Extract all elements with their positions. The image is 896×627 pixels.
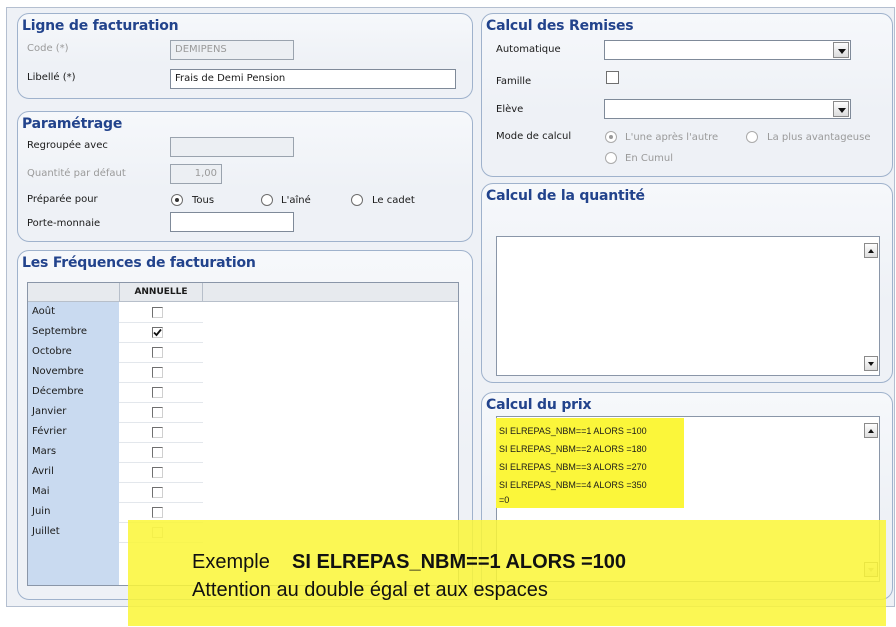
preparee-label: Préparée pour — [27, 194, 98, 205]
regroupee-label: Regroupée avec — [27, 140, 108, 151]
quantite-textarea[interactable] — [496, 236, 880, 376]
month-annuelle-checkbox[interactable] — [152, 307, 163, 318]
month-label: Janvier — [32, 406, 67, 417]
chevron-down-icon[interactable] — [833, 101, 849, 117]
code-label: Code (*) — [27, 43, 69, 54]
remises-panel: Calcul des Remises — [481, 13, 893, 177]
quantite-title: Calcul de la quantité — [486, 188, 645, 204]
annotation-prefix: Exemple — [192, 551, 270, 573]
scroll-down-icon[interactable] — [864, 356, 878, 371]
famille-checkbox[interactable] — [606, 71, 619, 84]
grid-row-divider — [119, 462, 203, 463]
month-annuelle-checkbox[interactable] — [152, 507, 163, 518]
annotation-callout: Exemple SI ELREPAS_NBM==1 ALORS =100 Att… — [128, 520, 886, 626]
grid-row-divider — [119, 442, 203, 443]
month-label: Octobre — [32, 346, 72, 357]
month-annuelle-checkbox[interactable] — [152, 407, 163, 418]
grid-row-divider — [119, 362, 203, 363]
formula-line: SI ELREPAS_NBM==2 ALORS =180 — [499, 444, 647, 454]
libelle-label: Libellé (*) — [27, 72, 76, 83]
radio-mode-avantageuse-label: La plus avantageuse — [767, 132, 871, 143]
radio-mode-avantageuse[interactable] — [746, 131, 758, 143]
month-label: Novembre — [32, 366, 84, 377]
month-annuelle-checkbox[interactable] — [152, 467, 163, 478]
formula-line: =0 — [499, 495, 510, 505]
month-annuelle-checkbox[interactable] — [152, 487, 163, 498]
annotation-note: Attention au double égal et aux espaces — [192, 579, 548, 601]
radio-mode-successive[interactable] — [605, 131, 617, 143]
chevron-down-icon[interactable] — [833, 42, 849, 58]
grid-row-divider — [119, 422, 203, 423]
annuelle-column-header[interactable]: ANNUELLE — [119, 283, 203, 301]
eleve-dropdown[interactable] — [604, 99, 851, 119]
eleve-label: Elève — [496, 104, 524, 115]
month-annuelle-checkbox[interactable] — [152, 427, 163, 438]
month-label: Août — [32, 306, 56, 317]
porte-monnaie-field[interactable] — [170, 212, 294, 232]
frequences-title: Les Fréquences de facturation — [22, 255, 256, 271]
radio-aine[interactable] — [261, 194, 273, 206]
prix-formula-highlight: SI ELREPAS_NBM==1 ALORS =100 SI ELREPAS_… — [496, 418, 684, 508]
month-label: Juillet — [32, 526, 60, 537]
radio-tous[interactable] — [171, 194, 183, 206]
annotation-example: Exemple SI ELREPAS_NBM==1 ALORS =100 — [192, 551, 626, 574]
porte-monnaie-label: Porte-monnaie — [27, 218, 101, 229]
month-column — [28, 302, 119, 585]
month-label: Septembre — [32, 326, 88, 337]
regroupee-field[interactable] — [170, 137, 294, 157]
quantite-defaut-field[interactable]: 1,00 — [170, 164, 222, 184]
formula-line: SI ELREPAS_NBM==3 ALORS =270 — [499, 462, 647, 472]
radio-cadet[interactable] — [351, 194, 363, 206]
radio-tous-label: Tous — [192, 195, 215, 206]
code-field[interactable]: DEMIPENS — [170, 40, 294, 60]
grid-header: ANNUELLE — [28, 283, 458, 302]
automatique-dropdown[interactable] — [604, 40, 851, 60]
month-label: Février — [32, 426, 67, 437]
month-label: Avril — [32, 466, 54, 477]
formula-line: SI ELREPAS_NBM==4 ALORS =350 — [499, 480, 647, 490]
automatique-label: Automatique — [496, 44, 561, 55]
month-annuelle-checkbox[interactable] — [152, 327, 163, 338]
radio-cadet-label: Le cadet — [372, 195, 415, 206]
month-label: Décembre — [32, 386, 84, 397]
grid-row-divider — [119, 342, 203, 343]
parametrage-title: Paramétrage — [22, 116, 123, 132]
mode-calcul-label: Mode de calcul — [496, 131, 572, 142]
scroll-up-icon[interactable] — [864, 243, 878, 258]
checkmark-icon — [153, 328, 162, 337]
grid-row-divider — [119, 402, 203, 403]
grid-row-divider — [119, 482, 203, 483]
libelle-field[interactable]: Frais de Demi Pension — [170, 69, 456, 89]
radio-mode-cumul-label: En Cumul — [625, 153, 674, 164]
ligne-facturation-title: Ligne de facturation — [22, 18, 179, 34]
month-annuelle-checkbox[interactable] — [152, 387, 163, 398]
month-annuelle-checkbox[interactable] — [152, 447, 163, 458]
month-annuelle-checkbox[interactable] — [152, 367, 163, 378]
famille-label: Famille — [496, 76, 532, 87]
grid-row-divider — [119, 382, 203, 383]
month-label: Mai — [32, 486, 50, 497]
month-label: Mars — [32, 446, 57, 457]
formula-line: SI ELREPAS_NBM==1 ALORS =100 — [499, 426, 647, 436]
month-label: Juin — [32, 506, 51, 517]
radio-mode-successive-label: L'une après l'autre — [625, 132, 719, 143]
quantite-defaut-label: Quantité par défaut — [27, 168, 126, 179]
remises-title: Calcul des Remises — [486, 18, 634, 34]
grid-row-divider — [119, 322, 203, 323]
scroll-up-icon[interactable] — [864, 423, 878, 438]
month-annuelle-checkbox[interactable] — [152, 347, 163, 358]
radio-mode-cumul[interactable] — [605, 152, 617, 164]
grid-row-divider — [119, 502, 203, 503]
annotation-formula: SI ELREPAS_NBM==1 ALORS =100 — [292, 551, 627, 573]
radio-aine-label: L'aîné — [281, 195, 311, 206]
prix-title: Calcul du prix — [486, 397, 592, 413]
